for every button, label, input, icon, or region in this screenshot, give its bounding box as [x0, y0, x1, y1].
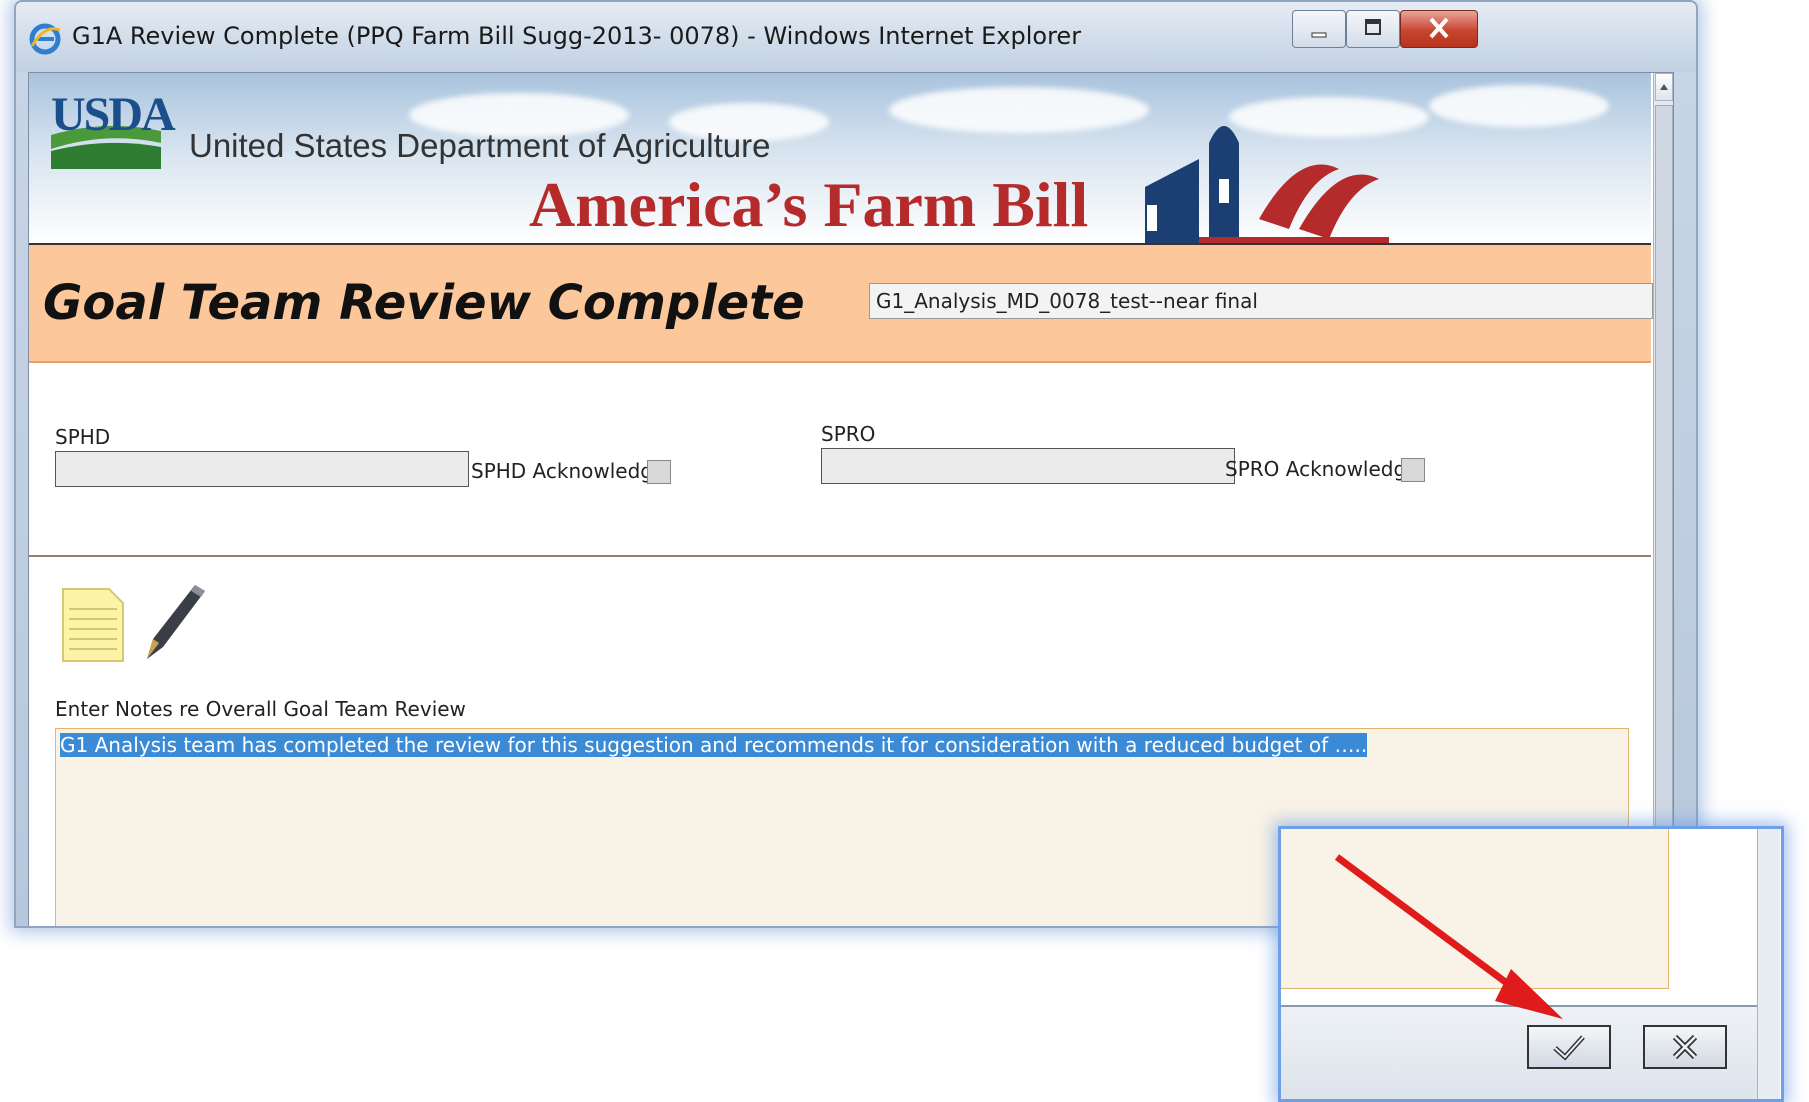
usda-banner: USDA United States Department of Agricul… — [29, 73, 1651, 245]
scroll-thumb[interactable] — [1655, 105, 1673, 925]
close-icon — [1429, 17, 1449, 39]
notes-selected-text: G1 Analysis team has completed the revie… — [60, 733, 1368, 757]
agency-name: United States Department of Agriculture — [189, 127, 771, 164]
program-title: America’s Farm Bill — [529, 169, 1089, 240]
notes-label: Enter Notes re Overall Goal Team Review — [55, 697, 466, 721]
window-title: G1A Review Complete (PPQ Farm Bill Sugg-… — [72, 22, 1082, 50]
header-band: Goal Team Review Complete — [29, 245, 1653, 363]
cancel-button[interactable] — [1643, 1025, 1727, 1069]
confirm-button[interactable] — [1527, 1025, 1611, 1069]
sphd-label: SPHD — [55, 425, 111, 449]
spro-input[interactable] — [821, 448, 1235, 484]
spro-acknowledge-checkbox[interactable] — [1401, 458, 1425, 482]
inset-scrollbar — [1757, 829, 1780, 1099]
minimize-button[interactable] — [1292, 10, 1346, 48]
internet-explorer-icon — [29, 23, 61, 55]
spro-label: SPRO — [821, 422, 876, 446]
spro-acknowledge-label: SPRO Acknowledge — [1225, 457, 1419, 481]
red-arrow-icon — [1334, 854, 1563, 1019]
title-bar: G1A Review Complete (PPQ Farm Bill Sugg-… — [16, 2, 1696, 72]
maximize-icon — [1365, 19, 1381, 35]
maximize-button[interactable] — [1346, 10, 1400, 48]
ie-window: G1A Review Complete (PPQ Farm Bill Sugg-… — [14, 0, 1698, 928]
zoom-inset — [1278, 826, 1784, 1102]
page-content: USDA United States Department of Agricul… — [28, 72, 1674, 926]
page-title: Goal Team Review Complete — [43, 275, 805, 331]
pen-icon[interactable] — [139, 581, 219, 663]
vertical-scrollbar[interactable] — [1653, 73, 1673, 926]
sphd-acknowledge-checkbox[interactable] — [647, 460, 671, 484]
sphd-acknowledge-label: SPHD Acknowledge — [471, 459, 666, 483]
scroll-up-icon — [1660, 84, 1668, 90]
notepad-icon[interactable] — [59, 583, 127, 663]
close-window-button[interactable] — [1400, 10, 1478, 48]
sphd-input[interactable] — [55, 451, 469, 487]
scroll-up-button[interactable] — [1655, 73, 1673, 101]
usda-wordmark: USDA — [51, 88, 176, 141]
close-icon — [1672, 1034, 1698, 1060]
barn-silo-graphic — [1145, 126, 1389, 243]
section-divider — [29, 555, 1651, 557]
record-name-field[interactable] — [869, 283, 1653, 319]
checkmark-icon — [1553, 1035, 1585, 1061]
minimize-icon — [1311, 32, 1327, 38]
